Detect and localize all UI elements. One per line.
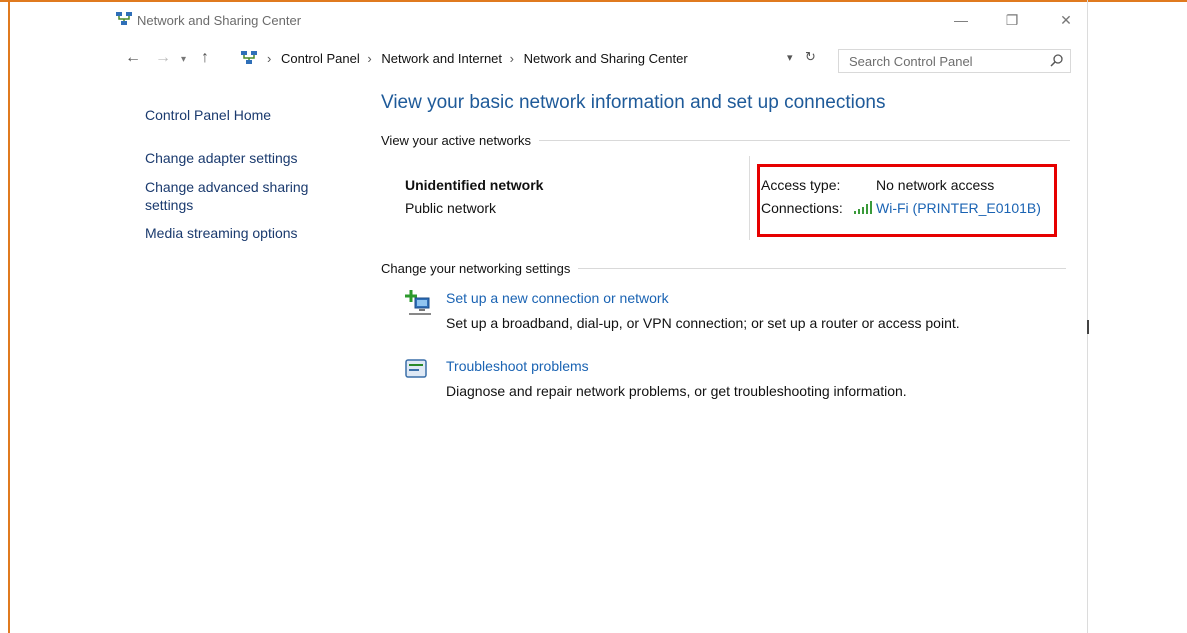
- sidebar-item-media-streaming-options[interactable]: Media streaming options: [145, 224, 298, 242]
- change-settings-section-header: Change your networking settings: [381, 261, 1067, 276]
- address-bar[interactable]: › Control Panel › Network and Internet ›…: [231, 47, 838, 71]
- breadcrumb-separator: ›: [367, 51, 372, 66]
- breadcrumb-network-and-internet[interactable]: Network and Internet: [381, 51, 502, 66]
- set-up-new-connection-description: Set up a broadband, dial-up, or VPN conn…: [446, 315, 960, 331]
- network-center-icon: [116, 12, 132, 31]
- section-divider: [578, 268, 1067, 269]
- set-up-new-connection-link[interactable]: Set up a new connection or network: [446, 290, 669, 306]
- address-dropdown-chevron-icon[interactable]: ▾: [787, 51, 793, 64]
- up-arrow-icon[interactable]: ↑: [201, 49, 209, 67]
- network-details-divider: [749, 156, 750, 240]
- network-center-icon: [241, 51, 257, 70]
- access-type-value: No network access: [876, 177, 995, 193]
- sidebar-item-control-panel-home[interactable]: Control Panel Home: [145, 106, 271, 124]
- breadcrumb-separator: ›: [267, 51, 272, 66]
- network-type-link[interactable]: Public network: [405, 200, 496, 216]
- forward-arrow-icon[interactable]: →: [155, 49, 171, 67]
- sidebar-item-change-advanced-sharing-settings[interactable]: Change advanced sharing settings: [145, 178, 335, 214]
- network-name: Unidentified network: [405, 177, 544, 193]
- connections-label: Connections:: [761, 200, 843, 216]
- back-arrow-icon[interactable]: ←: [125, 49, 141, 67]
- network-sharing-center-window: Network and Sharing Center — ❐ ✕ ← → ▾ ↑…: [10, 2, 1089, 633]
- access-type-label: Access type:: [761, 177, 841, 193]
- window-edge-mark: [1087, 320, 1089, 334]
- active-networks-section-header: View your active networks: [381, 133, 1071, 148]
- search-icon[interactable]: [1050, 53, 1064, 72]
- change-settings-heading: Change your networking settings: [381, 261, 571, 276]
- troubleshoot-icon: [405, 358, 427, 385]
- breadcrumb-control-panel[interactable]: Control Panel: [281, 51, 360, 66]
- title-bar[interactable]: Network and Sharing Center — ❐ ✕: [10, 2, 1087, 34]
- breadcrumb-network-sharing-center[interactable]: Network and Sharing Center: [524, 51, 688, 66]
- page-title: View your basic network information and …: [381, 92, 886, 113]
- wifi-signal-icon: [853, 201, 873, 220]
- wifi-connection-link[interactable]: Wi-Fi (PRINTER_E0101B): [876, 200, 1041, 216]
- minimize-button[interactable]: —: [941, 6, 981, 34]
- troubleshoot-problems-link[interactable]: Troubleshoot problems: [446, 358, 589, 374]
- maximize-button[interactable]: ❐: [992, 6, 1032, 34]
- breadcrumb-separator: ›: [509, 51, 514, 66]
- breadcrumb: › Control Panel › Network and Internet ›…: [263, 51, 688, 66]
- new-connection-icon: [405, 290, 435, 325]
- troubleshoot-problems-description: Diagnose and repair network problems, or…: [446, 383, 907, 399]
- window-frame-right: [1087, 0, 1088, 633]
- window-title: Network and Sharing Center: [137, 13, 302, 28]
- active-networks-heading: View your active networks: [381, 133, 532, 148]
- refresh-icon[interactable]: ↻: [805, 49, 816, 65]
- sidebar-item-change-adapter-settings[interactable]: Change adapter settings: [145, 149, 298, 167]
- search-placeholder: Search Control Panel: [849, 54, 973, 69]
- close-button[interactable]: ✕: [1046, 6, 1086, 34]
- navigation-bar: ← → ▾ ↑ › Control Panel › Network and In…: [10, 45, 1087, 75]
- recent-locations-chevron-icon[interactable]: ▾: [181, 54, 186, 65]
- section-divider: [539, 140, 1071, 141]
- search-input[interactable]: Search Control Panel: [838, 49, 1071, 73]
